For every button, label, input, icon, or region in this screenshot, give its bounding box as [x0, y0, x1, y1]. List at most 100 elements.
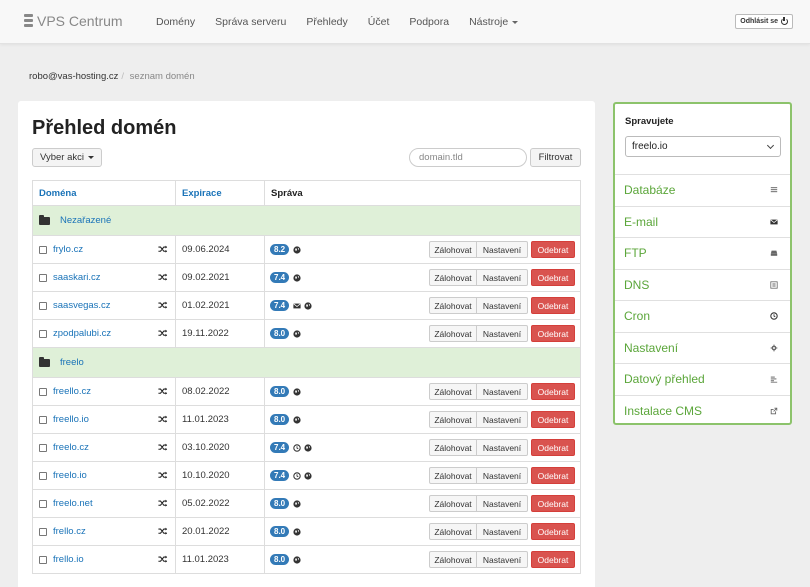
row-actions: Zálohovat Nastavení Odebrat — [429, 439, 575, 456]
nav-item-domains[interactable]: Domény — [146, 16, 205, 28]
shuffle-icon[interactable] — [158, 499, 168, 508]
domain-select-value: freelo.io — [632, 141, 668, 152]
filter-button[interactable]: Filtrovat — [530, 148, 581, 167]
domain-link[interactable]: saaskari.cz — [53, 272, 101, 283]
column-domain[interactable]: Doména — [33, 181, 176, 205]
backup-button[interactable]: Zálohovat — [429, 467, 477, 484]
backup-button[interactable]: Zálohovat — [429, 297, 477, 314]
shuffle-icon[interactable] — [158, 415, 168, 424]
row-checkbox[interactable] — [39, 301, 47, 310]
settings-button[interactable]: Nastavení — [477, 269, 528, 286]
shuffle-icon[interactable] — [158, 329, 168, 338]
domain-link[interactable]: freelo.net — [53, 498, 93, 509]
remove-button[interactable]: Odebrat — [531, 467, 575, 484]
row-checkbox[interactable] — [39, 273, 47, 282]
remove-button[interactable]: Odebrat — [531, 439, 575, 456]
sidebar-item-mail[interactable]: E-mail — [615, 205, 790, 238]
backup-button[interactable]: Zálohovat — [429, 495, 477, 512]
shuffle-icon[interactable] — [158, 471, 168, 480]
nav-item-reports[interactable]: Přehledy — [296, 16, 357, 28]
row-checkbox[interactable] — [39, 387, 47, 396]
sidebar-item-clock[interactable]: Cron — [615, 300, 790, 332]
backup-button[interactable]: Zálohovat — [429, 269, 477, 286]
shuffle-icon[interactable] — [158, 273, 168, 282]
nav-item-support[interactable]: Podpora — [399, 16, 459, 28]
sidebar-item-chart[interactable]: Datový přehled — [615, 363, 790, 395]
settings-button[interactable]: Nastavení — [477, 241, 528, 258]
remove-button[interactable]: Odebrat — [531, 411, 575, 428]
domain-link[interactable]: zpodpalubi.cz — [53, 328, 111, 339]
backup-button[interactable]: Zálohovat — [429, 325, 477, 342]
row-checkbox[interactable] — [39, 555, 47, 564]
row-checkbox[interactable] — [39, 329, 47, 338]
select-action-button[interactable]: Vyber akci — [32, 148, 102, 167]
domain-table: Doména Expirace Správa Nezařazené frylo.c… — [32, 180, 581, 574]
sidebar-item-label: Instalace CMS — [624, 403, 703, 418]
domain-link[interactable]: frello.cz — [53, 526, 86, 537]
backup-button[interactable]: Zálohovat — [429, 241, 477, 258]
backup-button[interactable]: Zálohovat — [429, 439, 477, 456]
group-name[interactable]: Nezařazené — [60, 215, 111, 226]
remove-button[interactable]: Odebrat — [531, 297, 575, 314]
domain-filter-input[interactable] — [409, 148, 527, 167]
domain-cell: saasvegas.cz — [33, 292, 176, 319]
brand[interactable]: VPS Centrum — [24, 13, 123, 29]
settings-button[interactable]: Nastavení — [477, 523, 528, 540]
settings-button[interactable]: Nastavení — [477, 383, 528, 400]
remove-button[interactable]: Odebrat — [531, 551, 575, 568]
sidebar-item-drive[interactable]: FTP — [615, 237, 790, 269]
row-checkbox[interactable] — [39, 443, 47, 452]
sidebar-item-database[interactable]: Databáze — [615, 174, 790, 206]
sidebar-item-list[interactable]: DNS — [615, 268, 790, 301]
remove-button[interactable]: Odebrat — [531, 325, 575, 342]
settings-button[interactable]: Nastavení — [477, 325, 528, 342]
breadcrumb-user[interactable]: robo@vas-hosting.cz — [29, 71, 118, 82]
column-expiry[interactable]: Expirace — [176, 181, 265, 205]
sidebar-item-gear[interactable]: Nastavení — [615, 331, 790, 364]
domain-link[interactable]: freello.cz — [53, 386, 91, 397]
shuffle-icon[interactable] — [158, 555, 168, 564]
caret-down-icon — [512, 20, 519, 24]
nav-item-account[interactable]: Účet — [358, 16, 400, 28]
backup-button[interactable]: Zálohovat — [429, 411, 477, 428]
remove-button[interactable]: Odebrat — [531, 523, 575, 540]
shuffle-icon[interactable] — [158, 527, 168, 536]
remove-button[interactable]: Odebrat — [531, 495, 575, 512]
row-checkbox[interactable] — [39, 245, 47, 254]
shuffle-icon[interactable] — [158, 301, 168, 310]
row-checkbox[interactable] — [39, 499, 47, 508]
settings-button[interactable]: Nastavení — [477, 411, 528, 428]
shuffle-icon[interactable] — [158, 443, 168, 452]
domain-link[interactable]: freelo.io — [53, 470, 87, 481]
backup-button[interactable]: Zálohovat — [429, 383, 477, 400]
settings-button[interactable]: Nastavení — [477, 551, 528, 568]
row-checkbox[interactable] — [39, 415, 47, 424]
domain-select[interactable]: freelo.io — [625, 136, 781, 157]
settings-button[interactable]: Nastavení — [477, 439, 528, 456]
remove-button[interactable]: Odebrat — [531, 269, 575, 286]
group-name[interactable]: freelo — [60, 357, 84, 368]
globe-icon — [293, 245, 301, 254]
row-checkbox[interactable] — [39, 471, 47, 480]
domain-link[interactable]: frello.io — [53, 554, 84, 565]
settings-button[interactable]: Nastavení — [477, 467, 528, 484]
domain-link[interactable]: saasvegas.cz — [53, 300, 111, 311]
domain-link[interactable]: frylo.cz — [53, 244, 83, 255]
settings-button[interactable]: Nastavení — [477, 495, 528, 512]
sidebar-item-external[interactable]: Instalace CMS — [615, 394, 790, 427]
shuffle-icon[interactable] — [158, 387, 168, 396]
domain-link[interactable]: freelo.cz — [53, 442, 89, 453]
nav-item-server[interactable]: Správa serveru — [205, 16, 296, 28]
backup-button[interactable]: Zálohovat — [429, 523, 477, 540]
remove-button[interactable]: Odebrat — [531, 241, 575, 258]
logout-button[interactable]: Odhlásit se — [735, 14, 793, 29]
nav-item-tools[interactable]: Nástroje — [459, 16, 528, 28]
backup-button[interactable]: Zálohovat — [429, 551, 477, 568]
row-checkbox[interactable] — [39, 527, 47, 536]
shuffle-icon[interactable] — [158, 245, 168, 254]
php-version-badge: 8.0 — [270, 554, 290, 565]
domain-link[interactable]: freello.io — [53, 414, 89, 425]
sidebar-item-label: Databáze — [624, 183, 676, 198]
settings-button[interactable]: Nastavení — [477, 297, 528, 314]
remove-button[interactable]: Odebrat — [531, 383, 575, 400]
